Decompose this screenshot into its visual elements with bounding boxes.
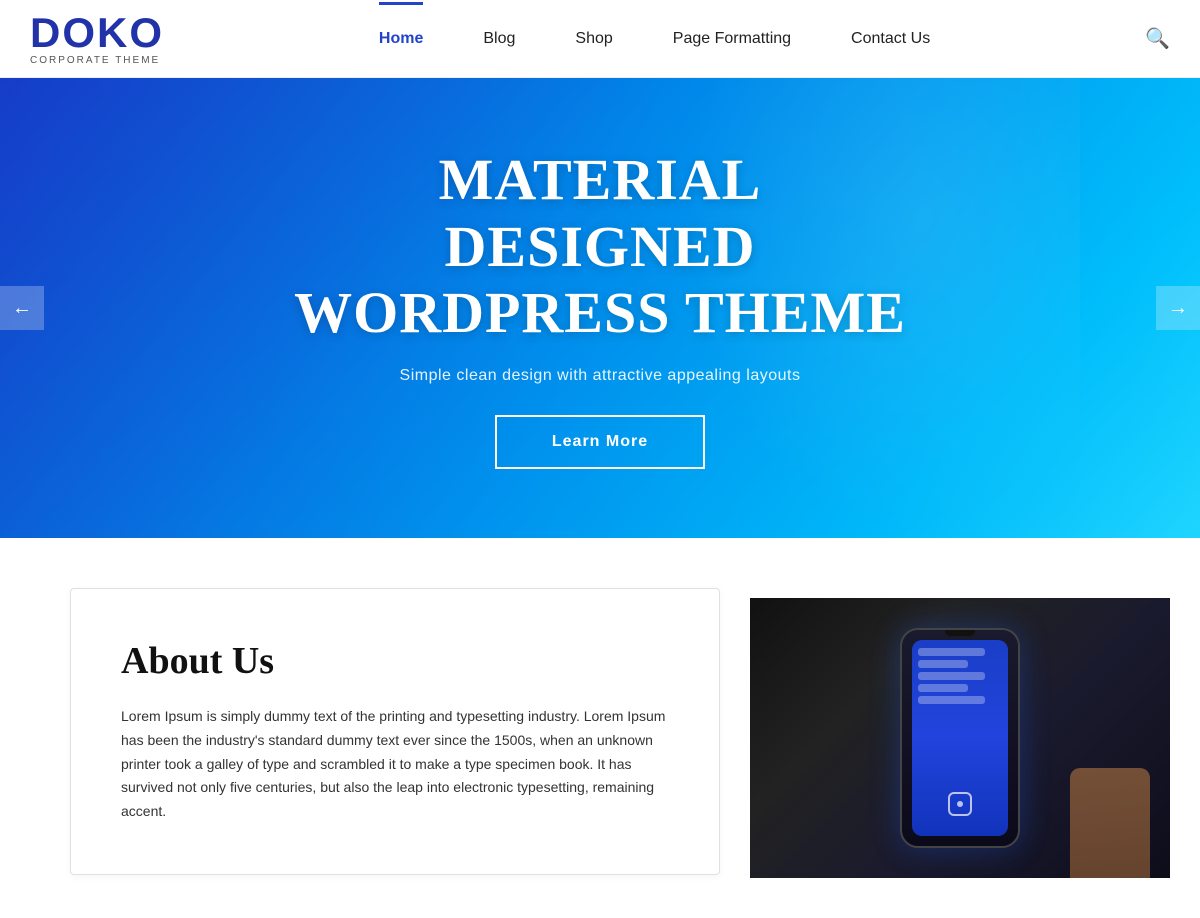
- site-header: DOKO Corporate Theme Home Blog Shop Page…: [0, 0, 1200, 78]
- about-image: [750, 598, 1170, 878]
- hero-cta-button[interactable]: Learn More: [495, 415, 705, 469]
- about-section: About Us Lorem Ipsum is simply dummy tex…: [0, 538, 1200, 918]
- about-title: About Us: [121, 639, 669, 683]
- logo-name: DOKO: [30, 12, 164, 54]
- instagram-dot: [957, 801, 963, 807]
- hero-prev-button[interactable]: ←: [0, 286, 44, 330]
- phone-screen-line: [918, 672, 985, 680]
- about-body: Lorem Ipsum is simply dummy text of the …: [121, 705, 669, 824]
- phone-mockup: [900, 628, 1020, 848]
- nav-item-shop[interactable]: Shop: [575, 30, 612, 48]
- nav-item-page-formatting[interactable]: Page Formatting: [673, 30, 791, 48]
- hero-title: MATERIAL DESIGNED WORDPRESS THEME: [290, 147, 910, 347]
- phone-screen-line: [918, 684, 968, 692]
- hand-shape: [1070, 768, 1150, 878]
- phone-screen-line: [918, 696, 985, 704]
- phone-screen-line: [918, 648, 985, 656]
- instagram-icon: [948, 792, 972, 816]
- search-icon[interactable]: 🔍: [1145, 26, 1170, 51]
- about-card: About Us Lorem Ipsum is simply dummy tex…: [70, 588, 720, 875]
- main-nav: Home Blog Shop Page Formatting Contact U…: [379, 30, 930, 48]
- nav-item-blog[interactable]: Blog: [483, 30, 515, 48]
- phone-notch: [945, 630, 975, 636]
- hero-next-button[interactable]: →: [1156, 286, 1200, 330]
- phone-screen: [912, 640, 1008, 836]
- phone-screen-line: [918, 660, 968, 668]
- hero-subtitle: Simple clean design with attractive appe…: [290, 367, 910, 385]
- logo-subtitle: Corporate Theme: [30, 56, 164, 66]
- logo[interactable]: DOKO Corporate Theme: [30, 12, 164, 66]
- nav-item-home[interactable]: Home: [379, 30, 423, 48]
- hero-section: ← MATERIAL DESIGNED WORDPRESS THEME Simp…: [0, 78, 1200, 538]
- hero-content: MATERIAL DESIGNED WORDPRESS THEME Simple…: [250, 147, 950, 469]
- nav-item-contact[interactable]: Contact Us: [851, 30, 930, 48]
